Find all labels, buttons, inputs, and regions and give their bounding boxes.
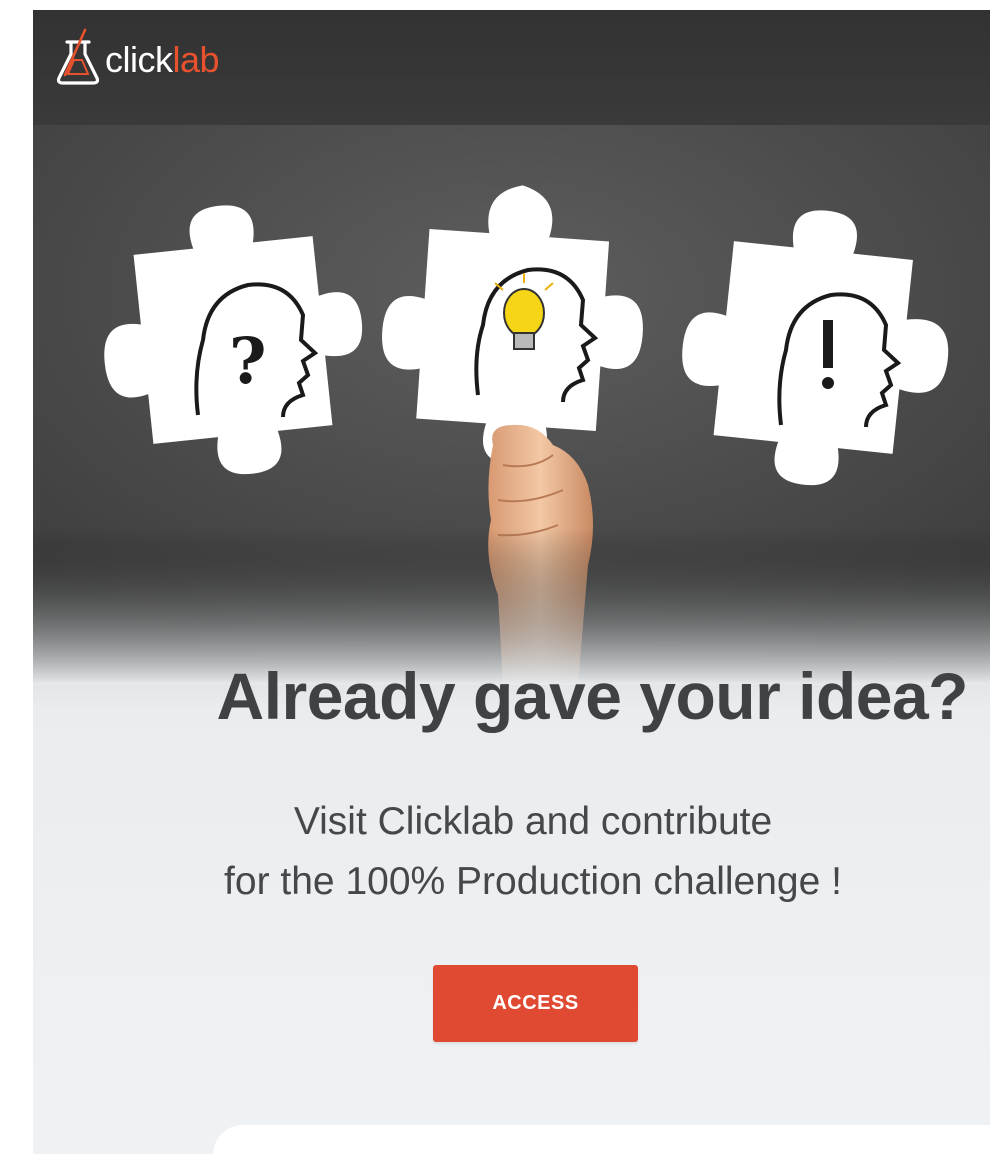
- page: clicklab Already gave your idea? Visit C…: [0, 0, 990, 1154]
- access-button[interactable]: ACCESS: [433, 965, 638, 1042]
- logo-text-lab: lab: [172, 39, 220, 80]
- puzzle-illustration: ?: [33, 125, 990, 685]
- header-band: clicklab: [33, 10, 990, 125]
- bottom-card: [213, 1125, 990, 1154]
- promo-banner: clicklab Already gave your idea? Visit C…: [33, 10, 990, 1154]
- subtitle-line-2: for the 100% Production challenge !: [224, 860, 842, 903]
- flask-icon: [56, 28, 100, 85]
- clicklab-logo[interactable]: clicklab: [55, 28, 220, 86]
- headline: Already gave your idea?: [216, 659, 969, 733]
- hero-image: ?: [33, 125, 990, 685]
- subtitle: Visit Clicklab and contribute for the 10…: [133, 792, 933, 912]
- subtitle-line-1: Visit Clicklab and contribute: [293, 800, 773, 843]
- logo-text-click: click: [105, 39, 173, 80]
- logo-wordmark: clicklab: [105, 39, 220, 81]
